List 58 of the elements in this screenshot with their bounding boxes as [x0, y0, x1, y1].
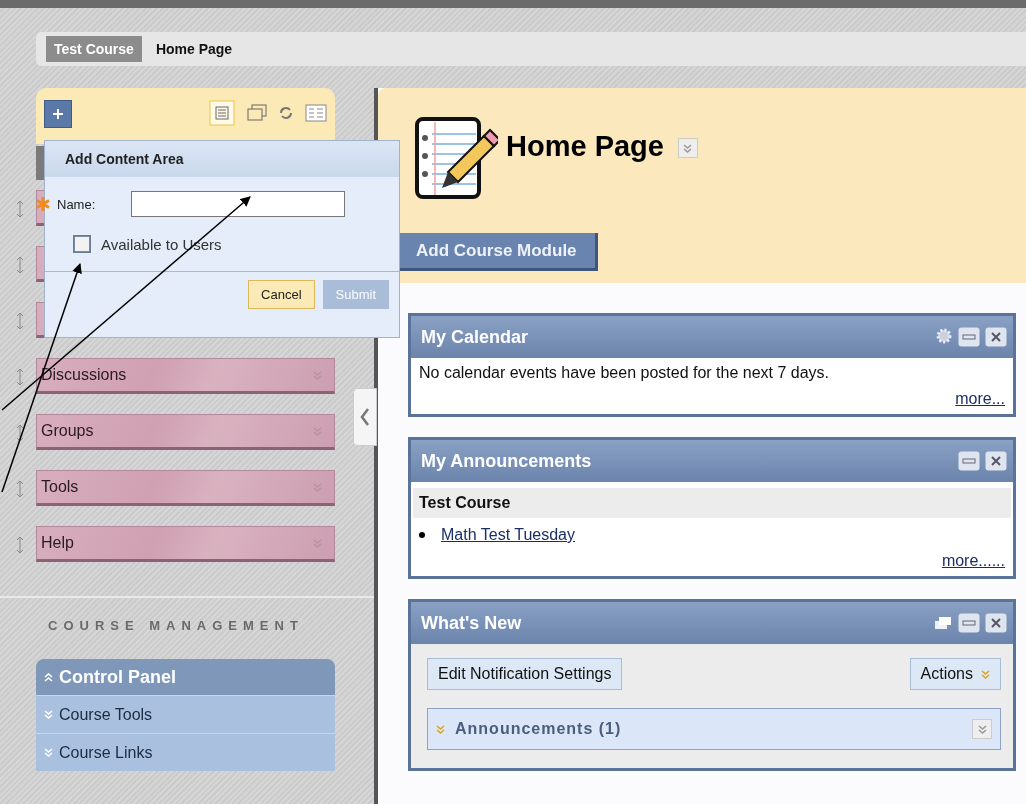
page-breadcrumb: Home Page	[155, 41, 233, 57]
control-panel-title: Control Panel	[59, 666, 176, 688]
section-header[interactable]: Announcements (1)	[427, 708, 1001, 750]
grid-view-icon[interactable]	[305, 104, 327, 122]
chevron-down-icon	[977, 724, 987, 734]
drag-handle-icon[interactable]	[15, 312, 25, 330]
drag-handle-icon[interactable]	[15, 536, 25, 554]
chevron-up-icon	[44, 672, 53, 682]
chevron-down-icon	[981, 669, 990, 679]
chevron-down-icon	[313, 370, 322, 380]
minimize-icon[interactable]	[958, 613, 980, 633]
window-icon[interactable]	[247, 104, 267, 122]
minimize-icon[interactable]	[958, 451, 980, 471]
chevron-down-icon	[313, 482, 322, 492]
drag-handle-icon[interactable]	[15, 256, 25, 274]
checkbox[interactable]	[73, 235, 91, 253]
collapse-tab-icon[interactable]	[353, 388, 377, 446]
drag-handle-icon[interactable]	[15, 368, 25, 386]
drag-handle-icon[interactable]	[15, 424, 25, 442]
close-icon[interactable]	[985, 451, 1007, 471]
panel-item[interactable]: Course Tools	[36, 695, 335, 733]
chevron-down-icon	[44, 748, 53, 757]
announcement-link[interactable]: Math Test Tuesday	[441, 526, 575, 544]
more-link[interactable]: more...	[955, 390, 1005, 408]
section-title: Announcements (1)	[455, 720, 623, 738]
close-icon[interactable]	[985, 613, 1007, 633]
panel-item-label: Course Tools	[59, 705, 153, 724]
chevron-down-icon	[313, 538, 322, 548]
close-icon[interactable]	[985, 327, 1007, 347]
chevron-down-icon	[683, 143, 693, 153]
course-heading: Test Course	[413, 488, 1011, 518]
drag-handle-icon[interactable]	[15, 200, 25, 218]
notebook-pencil-icon	[414, 116, 498, 200]
edit-notification-settings-button[interactable]: Edit Notification Settings	[427, 658, 623, 690]
field-label: Name:	[57, 196, 96, 212]
minimize-icon[interactable]	[958, 327, 980, 347]
refresh-icon[interactable]	[279, 106, 293, 120]
name-field[interactable]	[131, 191, 346, 217]
module-title: My Calendar	[421, 326, 530, 348]
section-heading: COURSE MANAGEMENT	[48, 618, 305, 633]
bullet-icon	[419, 532, 425, 538]
chevron-down-icon	[313, 426, 322, 436]
actions-button[interactable]: Actions	[909, 658, 1001, 690]
calendar-message: No calendar events have been posted for the next 7 days.	[419, 364, 831, 382]
panel-item-label: Course Links	[59, 743, 153, 762]
cancel-button[interactable]: Cancel	[248, 280, 315, 309]
gear-icon[interactable]	[935, 327, 953, 345]
module-title: My Announcements	[421, 450, 593, 472]
chevron-down-icon	[44, 710, 53, 719]
page-title: Home Page	[506, 130, 664, 163]
list-view-icon[interactable]	[209, 100, 235, 126]
plus-icon[interactable]	[44, 100, 72, 128]
panel-item[interactable]: Course Links	[36, 733, 335, 771]
drag-handle-icon[interactable]	[15, 480, 25, 498]
chevron-down-icon	[436, 724, 445, 734]
dialog-title: Add Content Area	[45, 141, 399, 177]
more-link[interactable]: more......	[941, 552, 1005, 570]
module-title: What's New	[421, 612, 523, 634]
